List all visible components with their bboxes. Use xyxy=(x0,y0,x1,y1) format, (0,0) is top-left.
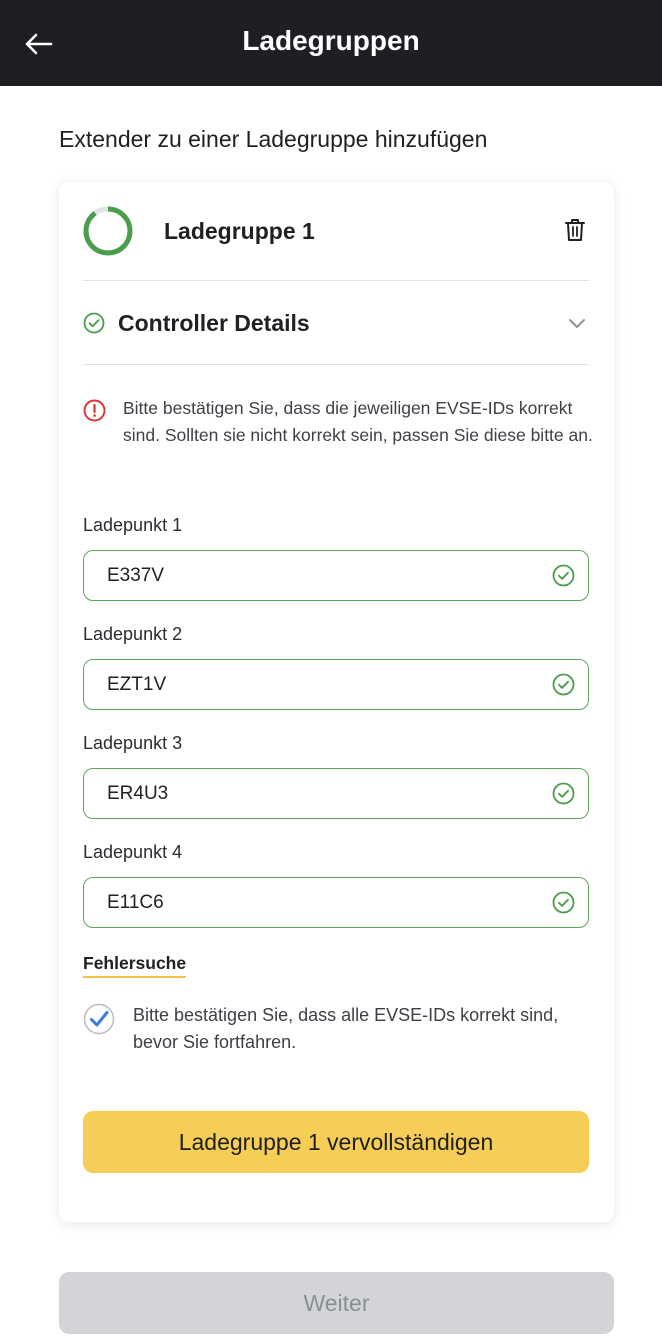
chargepoint-label: Ladepunkt 3 xyxy=(83,733,183,753)
chargepoint-value: E337V xyxy=(107,565,165,586)
confirm-checkbox[interactable] xyxy=(83,1003,115,1035)
progress-ring-icon xyxy=(83,206,133,256)
divider xyxy=(83,280,589,281)
chargepoint-3-input[interactable]: ER4U3 xyxy=(83,768,589,819)
page-title: Ladegruppen xyxy=(242,25,420,56)
trash-icon xyxy=(565,219,585,241)
troubleshooting-link[interactable]: Fehlersuche xyxy=(83,952,187,978)
check-circle-icon xyxy=(83,312,105,334)
chargepoint-value: EZT1V xyxy=(107,674,167,695)
next-button[interactable]: Weiter xyxy=(59,1272,614,1334)
chargepoint-value: ER4U3 xyxy=(107,783,169,804)
app-bar: Ladegruppen xyxy=(0,0,662,86)
check-circle-icon xyxy=(552,673,575,696)
chargepoint-1-input[interactable]: E337V xyxy=(83,550,589,601)
controller-details-toggle[interactable]: Controller Details xyxy=(83,300,589,346)
complete-group-button[interactable]: Ladegruppe 1 vervollständigen xyxy=(83,1111,589,1173)
alert-circle-icon xyxy=(83,399,106,422)
divider xyxy=(83,364,589,365)
section-heading: Extender zu einer Ladegruppe hinzufügen xyxy=(59,126,488,152)
check-circle-icon xyxy=(552,891,575,914)
chargepoint-label: Ladepunkt 1 xyxy=(83,515,183,535)
warning-message: Bitte bestätigen Sie, dass die jeweilige… xyxy=(123,398,593,445)
group-title: Ladegruppe 1 xyxy=(164,218,315,244)
controller-details-label: Controller Details xyxy=(118,310,310,336)
chargepoint-label: Ladepunkt 2 xyxy=(83,624,183,644)
chevron-down-icon xyxy=(569,319,585,328)
delete-group-button[interactable] xyxy=(561,215,589,245)
chargepoint-value: E11C6 xyxy=(107,892,164,913)
chargepoint-label: Ladepunkt 4 xyxy=(83,842,183,862)
chargepoint-4-input[interactable]: E11C6 xyxy=(83,877,589,928)
charging-group-card: Ladegruppe 1 Controller Details Bitte be… xyxy=(59,182,614,1222)
check-circle-icon xyxy=(552,782,575,805)
confirm-checkbox-label: Bitte bestätigen Sie, dass alle EVSE-IDs… xyxy=(133,1005,559,1052)
chargepoint-2-input[interactable]: EZT1V xyxy=(83,659,589,710)
check-circle-icon xyxy=(552,564,575,587)
